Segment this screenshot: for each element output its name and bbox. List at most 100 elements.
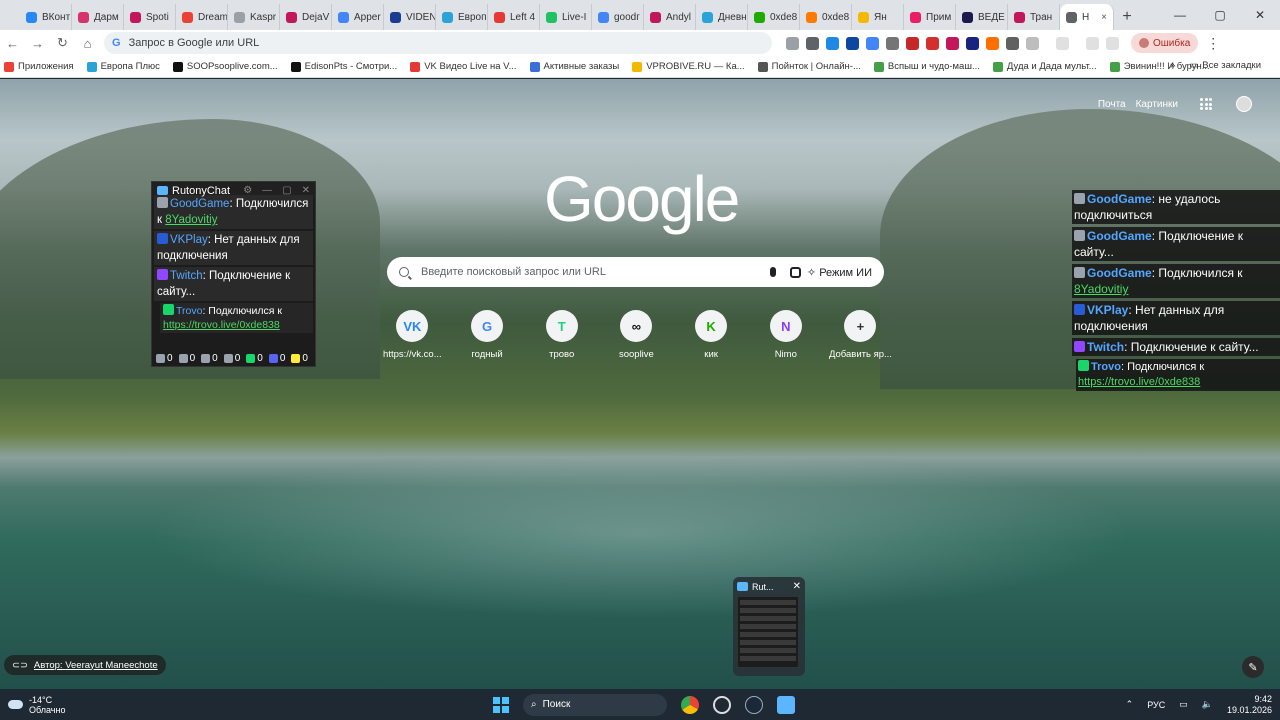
tab[interactable]: VIDEN	[384, 4, 436, 30]
reading-list-icon[interactable]	[1106, 36, 1119, 50]
extension-icon[interactable]	[846, 36, 859, 50]
extension-icon[interactable]	[806, 36, 819, 50]
new-tab-button[interactable]: +	[1114, 4, 1140, 30]
extension-icon[interactable]	[966, 36, 979, 50]
bookmarks-overflow-icon[interactable]: »	[1170, 60, 1175, 71]
reload-icon[interactable]: ↻	[50, 35, 75, 51]
windows-start-icon[interactable]	[493, 696, 509, 713]
bookmark-item[interactable]: Вспыш и чудо-маш...	[873, 61, 980, 72]
tab[interactable]: 0xde8	[748, 4, 800, 30]
shortcut-tile[interactable]: N Nimo	[748, 310, 823, 360]
search-box[interactable]: Введите поисковый запрос или URL ✧ Режим…	[387, 257, 884, 287]
tab[interactable]: Европ	[436, 4, 488, 30]
close-icon[interactable]: ✕	[302, 185, 310, 196]
rutony-taskbar-icon[interactable]	[777, 695, 795, 714]
maximize-button[interactable]: ▢	[1200, 0, 1240, 30]
download-icon[interactable]	[1086, 36, 1099, 50]
tab[interactable]: Live-I	[540, 4, 592, 30]
message-link[interactable]: https://trovo.live/0xde838	[1078, 376, 1200, 388]
tab[interactable]: Дарм	[72, 4, 124, 30]
shortcut-tile[interactable]: VK https://vk.co...	[375, 310, 450, 360]
bookmark-item[interactable]: EdisonPts - Смотри...	[290, 61, 397, 72]
tab[interactable]: Ян	[852, 4, 904, 30]
chrome-icon[interactable]	[681, 695, 699, 714]
pdf-icon[interactable]	[926, 36, 939, 50]
taskbar-search[interactable]: ⌕ Поиск	[523, 693, 667, 716]
tab[interactable]: ВКонт	[20, 4, 72, 30]
profile-avatar[interactable]	[1236, 96, 1252, 112]
maximize-icon[interactable]: ▢	[282, 185, 291, 196]
shortcut-tile[interactable]: Kкик	[674, 310, 749, 360]
shortcut-tile[interactable]: ∞ sooplive	[599, 310, 674, 360]
message-link[interactable]: https://trovo.live/0xde838	[163, 319, 280, 331]
bookmark-item[interactable]: SOOPsooplive.com...	[172, 61, 278, 72]
ai-mode-button[interactable]: ✧ Режим ИИ	[807, 266, 872, 279]
extension-icon[interactable]	[886, 36, 899, 50]
split-view-icon[interactable]	[1056, 36, 1069, 50]
forward-arrow-icon[interactable]: →	[25, 36, 50, 51]
bookmark-item[interactable]: Пойнток | Онлайн-...	[757, 61, 861, 72]
translate-icon[interactable]	[866, 36, 879, 50]
puzzle-icon[interactable]	[1026, 36, 1039, 50]
message-link[interactable]: 8Yadovitiy	[165, 214, 217, 226]
tab[interactable]: Дневн	[696, 4, 748, 30]
bookmark-item[interactable]: Европа Плюс	[86, 61, 160, 72]
extension-icon[interactable]	[826, 36, 839, 50]
language-indicator[interactable]: РУС	[1147, 700, 1165, 710]
mail-link[interactable]: Почта	[1098, 99, 1126, 110]
bookmark-item[interactable]: Дуда и Дада мульт...	[992, 61, 1097, 72]
customize-pencil-icon[interactable]: ✎	[1242, 656, 1264, 678]
minimize-button[interactable]: —	[1160, 0, 1200, 30]
shortcut-tile[interactable]: + Добавить яр...	[823, 310, 898, 360]
volume-icon[interactable]: 🔈	[1202, 699, 1213, 710]
google-lens-icon[interactable]	[789, 266, 801, 278]
tab[interactable]: goodг	[592, 4, 644, 30]
extension-icon[interactable]	[786, 36, 799, 50]
tab[interactable]: Прим	[904, 4, 956, 30]
thumbnail-close-icon[interactable]: ✕	[793, 581, 801, 592]
bookmark-item[interactable]: VPROBIVE.RU — Ка...	[632, 61, 745, 72]
images-link[interactable]: Картинки	[1136, 99, 1178, 110]
tray-chevron-icon[interactable]: ⌃	[1126, 699, 1134, 710]
extension-icon[interactable]	[906, 36, 919, 50]
taskbar-thumbnail[interactable]: Rut... ✕	[733, 577, 805, 676]
weather-widget[interactable]: -14°C Облачно	[8, 695, 65, 715]
error-button[interactable]: Ошибка	[1131, 33, 1199, 53]
background-author-link[interactable]: ⊂⊃ Автор: Veerayut Maneechote	[4, 655, 166, 675]
extension-icon[interactable]	[946, 36, 959, 50]
tab-active[interactable]: Н ×	[1060, 4, 1114, 30]
tab[interactable]: Apper	[332, 4, 384, 30]
rutony-chat-window[interactable]: RutonyChat ⚙ — ▢ ✕ GoodGame: Подключился…	[151, 181, 316, 367]
tab[interactable]: Kaspr	[228, 4, 280, 30]
steam-icon[interactable]	[745, 695, 763, 714]
more-menu-icon[interactable]: ⋮	[1206, 35, 1220, 52]
close-window-button[interactable]: ✕	[1240, 0, 1280, 30]
extension-icon[interactable]	[1006, 36, 1019, 50]
extension-icon[interactable]	[986, 36, 999, 50]
tab[interactable]: Spoti	[124, 4, 176, 30]
shortcut-tile[interactable]: Gгодный	[450, 310, 525, 360]
google-apps-icon[interactable]	[1200, 98, 1212, 110]
bookmark-item[interactable]: Активные заказы	[529, 61, 619, 72]
microphone-icon[interactable]	[769, 267, 776, 277]
tab[interactable]: Left 4	[488, 4, 540, 30]
clock[interactable]: 9:42 19.01.2026	[1227, 694, 1272, 716]
network-icon[interactable]: ▭	[1179, 699, 1188, 710]
shortcut-tile[interactable]: Tтрово	[524, 310, 599, 360]
message-link[interactable]: 8Yadovitiy	[1074, 282, 1128, 296]
tab-close-icon[interactable]: ×	[1101, 12, 1107, 23]
tab[interactable]: Тран	[1008, 4, 1060, 30]
minimize-icon[interactable]: —	[262, 185, 272, 196]
obs-icon[interactable]	[713, 695, 731, 714]
gear-icon[interactable]: ⚙	[243, 185, 252, 196]
bookmark-item[interactable]: VK Видео Live на V...	[410, 61, 517, 72]
bookmark-item[interactable]: Приложения	[4, 61, 74, 72]
tab[interactable]: ВЕДЕ	[956, 4, 1008, 30]
all-bookmarks-button[interactable]: ▭ Все закладки	[1189, 60, 1261, 71]
tab[interactable]: 0xde8	[800, 4, 852, 30]
back-arrow-icon[interactable]: ←	[0, 36, 25, 51]
tab[interactable]: DejaV	[280, 4, 332, 30]
address-bar[interactable]: G Запрос в Google или URL	[104, 32, 772, 54]
tab[interactable]: Andyl	[644, 4, 696, 30]
tab[interactable]: Dream	[176, 4, 228, 30]
